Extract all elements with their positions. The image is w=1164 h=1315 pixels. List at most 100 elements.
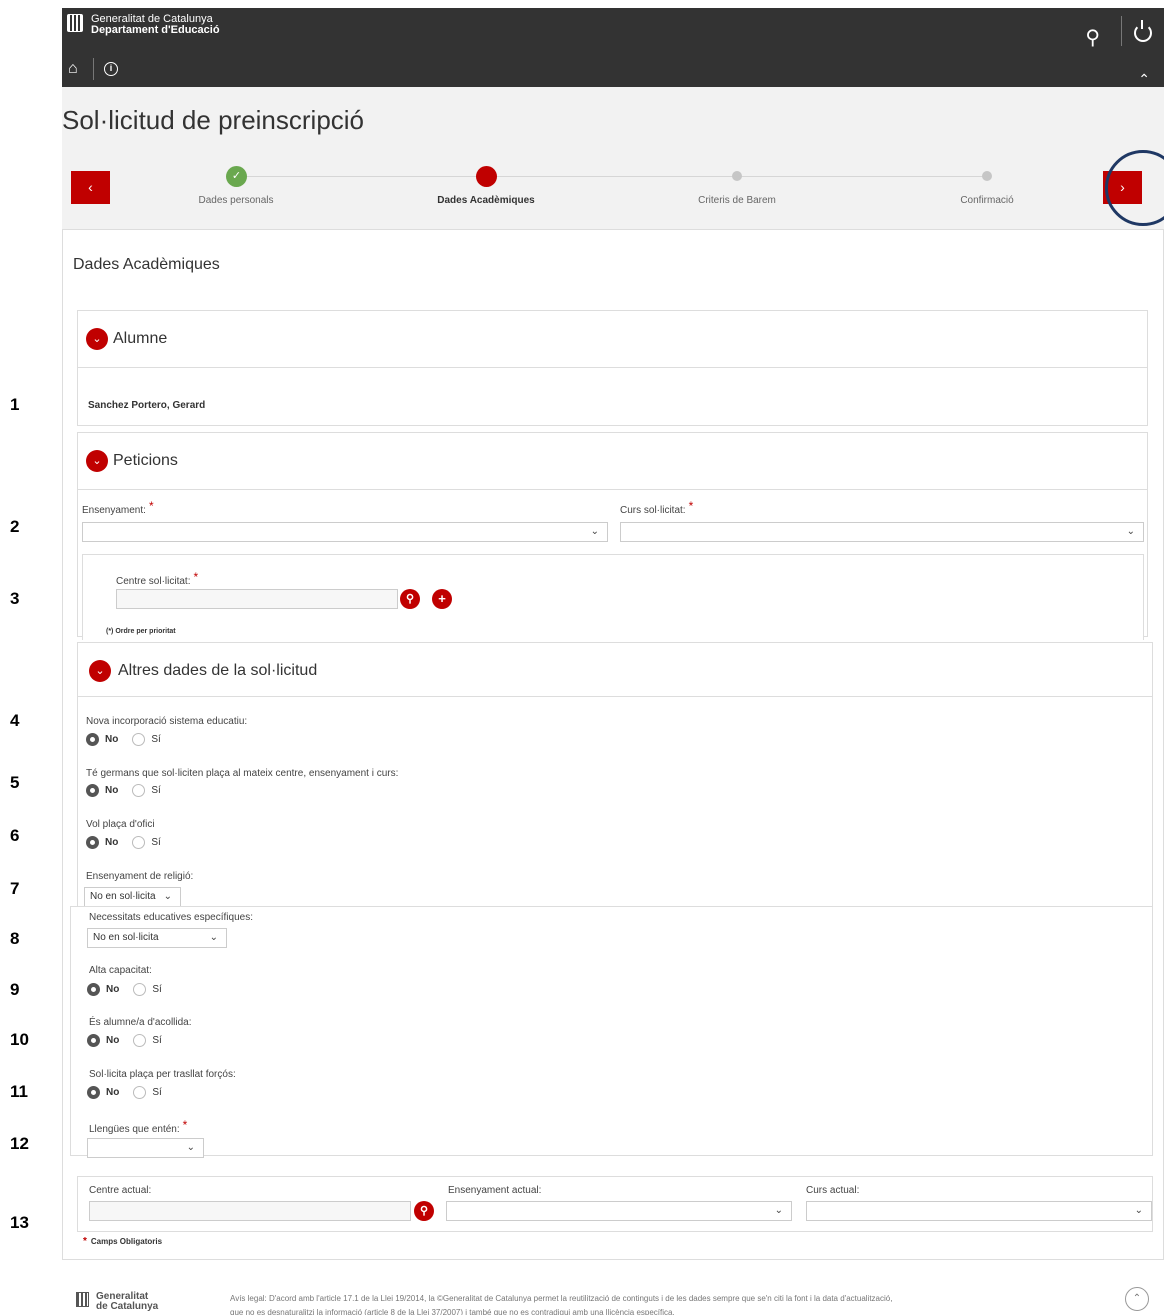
ensenyament-select[interactable]: ⌄: [82, 522, 608, 542]
step-label-dades-academiques[interactable]: Dades Acadèmiques: [437, 195, 534, 206]
step-todo-dot[interactable]: [982, 171, 992, 181]
radio-si[interactable]: [132, 784, 146, 797]
radio-no[interactable]: [86, 733, 99, 746]
alta-capacitat-label: Alta capacitat:: [89, 965, 152, 976]
top-bar: Generalitat de Catalunya Departament d'E…: [62, 8, 1164, 87]
footer-brand-line2: de Catalunya: [96, 1301, 159, 1312]
wizard-header: Sol·licitud de preinscripció ‹ ✓ Dades p…: [62, 87, 1164, 229]
ordre-note: (*) Ordre per prioritat: [106, 628, 176, 635]
llengues-label: Llengües que entén: *: [89, 1118, 188, 1135]
radio-si[interactable]: [132, 733, 146, 746]
highlight-circle: [1105, 150, 1164, 226]
step-done-check-icon[interactable]: ✓: [226, 166, 247, 187]
chevron-down-icon: ⌄: [774, 1205, 783, 1216]
germans-label: Té germans que sol·liciten plaça al mate…: [86, 768, 399, 779]
row-number: 8: [10, 929, 20, 948]
curs-actual-select[interactable]: ⌄: [806, 1201, 1152, 1221]
footer: Generalitat de Catalunya Avís legal: D'a…: [62, 1287, 1164, 1315]
centre-actual-label: Centre actual:: [89, 1185, 152, 1196]
camps-obligatoris-note: * Camps Obligatoris: [83, 1236, 163, 1247]
radio-no[interactable]: [86, 784, 99, 797]
row-number: 3: [10, 589, 20, 608]
home-icon[interactable]: ⌂: [68, 60, 78, 78]
curs-sollicitat-select[interactable]: ⌄: [620, 522, 1144, 542]
generalitat-logo-icon: [67, 14, 83, 32]
radio-no[interactable]: [87, 1086, 100, 1099]
row-number: 9: [10, 980, 20, 999]
brand-line2: Departament d'Educació: [91, 24, 220, 36]
chevron-up-icon[interactable]: ⌃: [1138, 71, 1150, 88]
page-title: Sol·licitud de preinscripció: [62, 105, 365, 135]
chevron-down-icon: ⌄: [186, 1142, 195, 1153]
chevron-down-icon[interactable]: ⌄: [86, 328, 108, 350]
radio-no[interactable]: [87, 1034, 100, 1047]
llengues-select[interactable]: ⌄: [87, 1138, 204, 1158]
legal-line1: Avís legal: D'acord amb l'article 17.1 d…: [230, 1294, 893, 1303]
legal-line2: que no es desnaturalitzi la informació (…: [230, 1308, 675, 1315]
user-icon[interactable]: ⚲: [1085, 25, 1100, 50]
alumne-panel-header[interactable]: ⌄ Alumne: [78, 311, 1147, 368]
nova-incorporacio-label: Nova incorporació sistema educatiu:: [86, 716, 248, 727]
chevron-down-icon: ⌄: [209, 932, 218, 943]
altres-panel-header[interactable]: ⌄ Altres dades de la sol·licitud: [78, 643, 1152, 697]
step-active-dot[interactable]: [476, 166, 497, 187]
footer-brand: Generalitat de Catalunya: [96, 1292, 158, 1312]
brand: Generalitat de Catalunya Departament d'E…: [91, 14, 220, 36]
radio-si[interactable]: [133, 1086, 147, 1099]
placa-ofici-radios: No Sí: [86, 836, 169, 849]
step-label-criteris-barem[interactable]: Criteris de Barem: [698, 195, 776, 206]
power-icon[interactable]: [1134, 20, 1152, 42]
prev-step-button[interactable]: ‹: [71, 171, 110, 204]
row-number: 4: [10, 711, 20, 730]
row-number: 1: [10, 395, 20, 414]
acollida-label: És alumne/a d'acollida:: [89, 1017, 192, 1028]
row-number: 7: [10, 879, 20, 898]
chevron-down-icon: ⌄: [1126, 526, 1135, 537]
centre-sollicitat-input[interactable]: [116, 589, 398, 609]
step-todo-dot[interactable]: [732, 171, 742, 181]
necessitats-select[interactable]: No en sol·licita ⌄: [87, 928, 227, 948]
row-number: 13: [10, 1213, 29, 1232]
alumne-title: Alumne: [113, 330, 168, 347]
trasllat-radios: No Sí: [87, 1086, 170, 1099]
chevron-down-icon[interactable]: ⌄: [89, 660, 111, 682]
search-icon[interactable]: ⚲: [414, 1201, 434, 1221]
stepper-line: [236, 176, 987, 177]
curs-sollicitat-label: Curs sol·licitat: *: [620, 499, 694, 516]
radio-no[interactable]: [86, 836, 99, 849]
radio-si[interactable]: [133, 1034, 147, 1047]
radio-si[interactable]: [132, 836, 146, 849]
alta-capacitat-radios: No Sí: [87, 983, 170, 996]
peticions-panel-header[interactable]: ⌄ Peticions: [78, 433, 1147, 490]
info-icon[interactable]: i: [104, 62, 118, 76]
trasllat-label: Sol·licita plaça per trasllat forçós:: [89, 1069, 236, 1080]
chevron-down-icon: ⌄: [1134, 1205, 1143, 1216]
chevron-down-icon: ⌄: [590, 526, 599, 537]
chevron-down-icon[interactable]: ⌄: [86, 450, 108, 472]
religio-label: Ensenyament de religió:: [86, 871, 194, 882]
row-number: 2: [10, 517, 20, 536]
peticions-title: Peticions: [113, 452, 178, 469]
legal-notice: Avís legal: D'acord amb l'article 17.1 d…: [230, 1292, 1060, 1315]
section-heading: Dades Acadèmiques: [73, 256, 220, 273]
ensenyament-actual-select[interactable]: ⌄: [446, 1201, 792, 1221]
divider: [93, 58, 94, 80]
row-number: 5: [10, 773, 20, 792]
acollida-radios: No Sí: [87, 1034, 170, 1047]
religio-select[interactable]: No en sol·licita ⌄: [84, 887, 181, 907]
ensenyament-label: Ensenyament: *: [82, 499, 154, 516]
student-name: Sanchez Portero, Gerard: [88, 400, 206, 411]
step-label-confirmacio[interactable]: Confirmació: [960, 195, 1013, 206]
curs-actual-label: Curs actual:: [806, 1185, 860, 1196]
row-number: 12: [10, 1134, 29, 1153]
radio-no[interactable]: [87, 983, 100, 996]
scroll-top-icon[interactable]: ⌃: [1125, 1287, 1149, 1311]
search-icon[interactable]: ⚲: [400, 589, 420, 609]
centre-actual-input[interactable]: [89, 1201, 411, 1221]
radio-si[interactable]: [133, 983, 147, 996]
germans-radios: No Sí: [86, 784, 169, 797]
add-centre-button[interactable]: +: [432, 589, 452, 609]
section-header: Dades Acadèmiques: [62, 229, 1164, 290]
altres-panel-lower: [70, 906, 1153, 1156]
step-label-dades-personals[interactable]: Dades personals: [198, 195, 273, 206]
